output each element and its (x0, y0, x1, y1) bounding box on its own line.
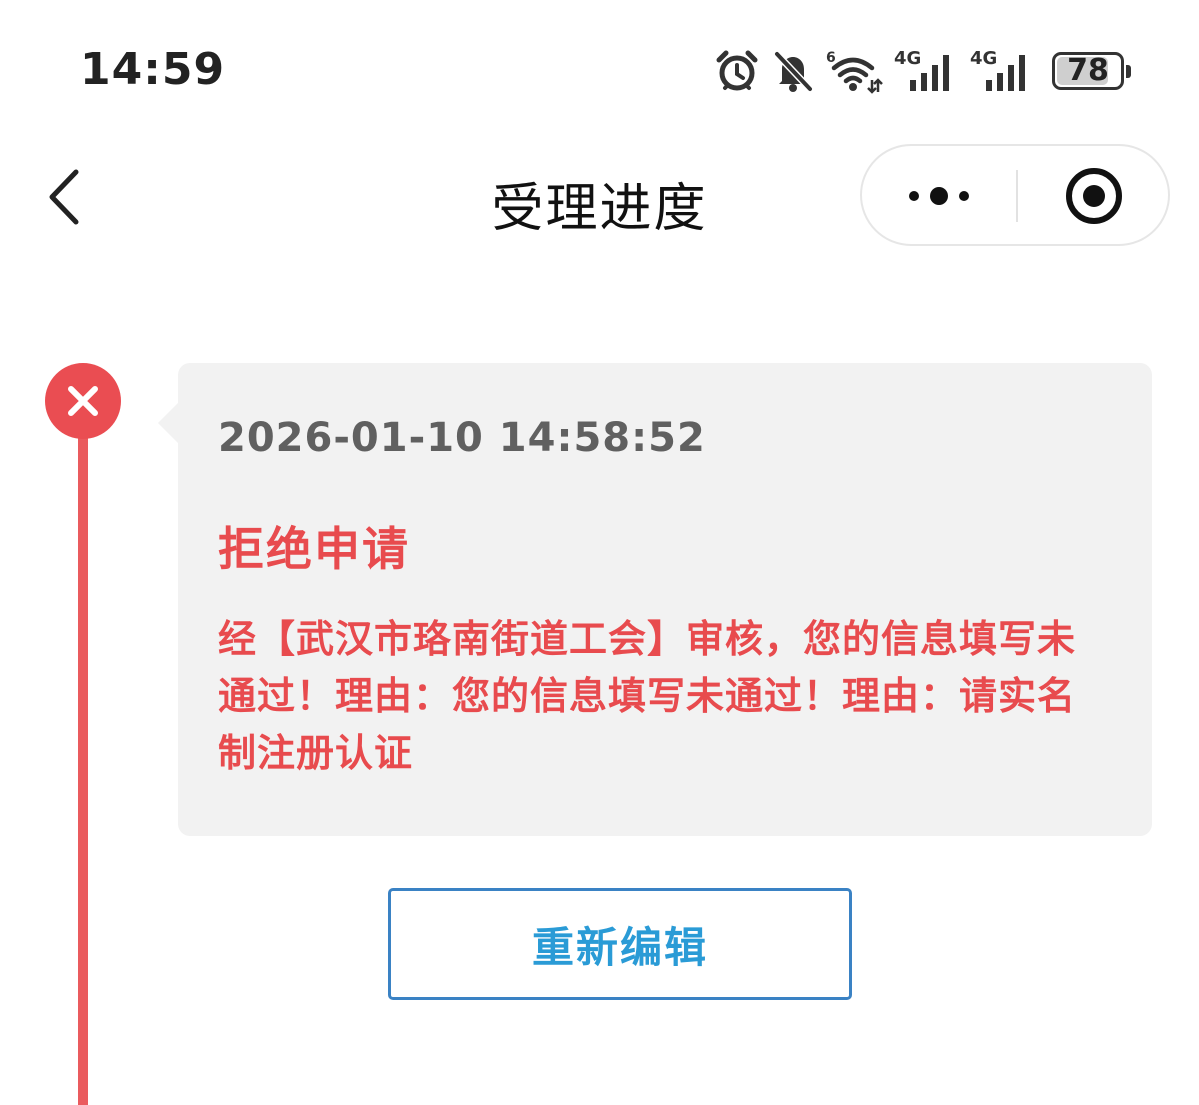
timeline-line (78, 400, 88, 1105)
close-x-icon (68, 386, 98, 416)
card-pointer (158, 403, 178, 443)
rejection-message: 经【武汉市珞南街道工会】审核，您的信息填写未通过！理由：您的信息填写未通过！理由… (218, 617, 1077, 775)
target-close-icon (1066, 168, 1122, 224)
status-icons: 6 4G 4G 78 (714, 46, 1131, 96)
wifi-badge: 6 (826, 50, 836, 66)
network-label: 4G (894, 48, 921, 69)
reedit-button[interactable]: 重新编辑 (388, 888, 852, 1000)
alarm-icon (716, 50, 758, 91)
status-time: 14:59 (80, 44, 226, 95)
battery-icon: 78 (1052, 52, 1131, 90)
more-button[interactable] (862, 146, 1016, 246)
timeline-status-dot (45, 363, 121, 439)
nav-bar: 受理进度 (0, 130, 1199, 260)
signal-4g-icon: 4G (970, 48, 1025, 91)
mini-program-capsule (860, 144, 1170, 246)
close-miniprogram-button[interactable] (1018, 146, 1170, 246)
more-dots-icon (909, 187, 969, 205)
muted-bell-icon (774, 51, 813, 92)
network-label: 4G (970, 48, 997, 69)
progress-status: 拒绝申请 (218, 522, 410, 576)
wifi-6-icon: 6 (826, 50, 883, 94)
reedit-button-label: 重新编辑 (531, 922, 708, 972)
status-bar: 14:59 6 4G 4G 78 (0, 0, 1199, 130)
battery-cap (1126, 65, 1131, 78)
progress-timestamp: 2026-01-10 14:58:52 (218, 415, 706, 461)
signal-4g-icon: 4G (894, 48, 949, 91)
progress-card: 2026-01-10 14:58:52 拒绝申请 经【武汉市珞南街道工会】审核，… (158, 363, 1152, 836)
battery-level: 78 (1067, 53, 1109, 88)
